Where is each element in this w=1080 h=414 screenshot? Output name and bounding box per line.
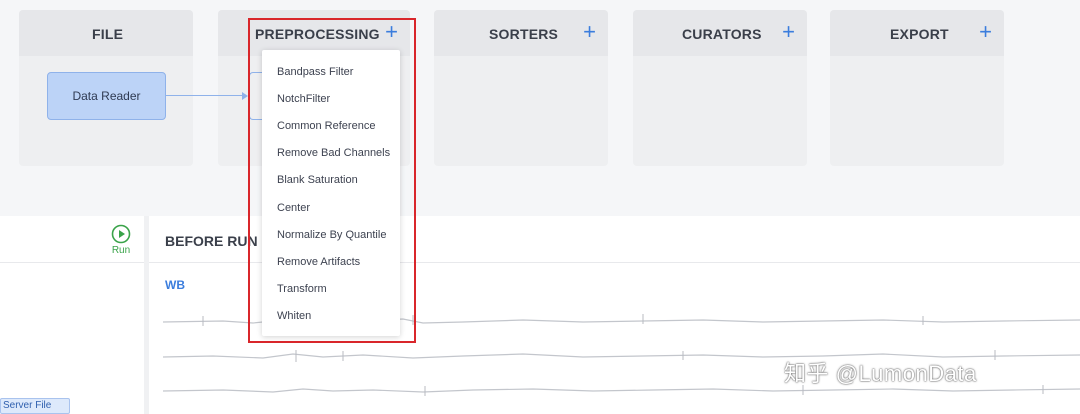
channel-group-label: WB xyxy=(165,278,185,292)
server-file-button[interactable]: Server File xyxy=(0,398,70,414)
stage-title-preprocessing: PREPROCESSING xyxy=(255,26,380,42)
menu-item-notch-filter[interactable]: NotchFilter xyxy=(262,85,400,112)
stage-header: EXPORT + xyxy=(830,10,1004,56)
stage-export: EXPORT + xyxy=(830,10,1004,166)
stage-title-sorters: SORTERS xyxy=(489,26,559,42)
preprocessing-dropdown-menu: Bandpass Filter NotchFilter Common Refer… xyxy=(262,50,400,336)
stage-title-export: EXPORT xyxy=(890,26,949,42)
trace-line xyxy=(163,388,1080,393)
watermark: 知乎 @LumonData xyxy=(758,356,977,388)
menu-item-remove-artifacts[interactable]: Remove Artifacts xyxy=(262,248,400,275)
watermark-text: 知乎 @LumonData xyxy=(784,361,977,386)
menu-item-remove-bad-channels[interactable]: Remove Bad Channels xyxy=(262,140,400,167)
stage-title-file: FILE xyxy=(92,26,124,42)
stage-curators: CURATORS + xyxy=(633,10,807,166)
left-panel-toolbar: Run xyxy=(0,216,144,263)
menu-item-normalize-by-quantile[interactable]: Normalize By Quantile xyxy=(262,221,400,248)
connector-arrow-icon xyxy=(242,92,248,100)
stage-header: SORTERS + xyxy=(434,10,608,56)
add-preprocessing-plus-icon[interactable]: + xyxy=(385,21,398,43)
menu-item-whiten[interactable]: Whiten xyxy=(262,303,400,330)
menu-item-center[interactable]: Center xyxy=(262,194,400,221)
run-label: Run xyxy=(111,245,131,256)
menu-item-common-reference[interactable]: Common Reference xyxy=(262,112,400,139)
stage-title-curators: CURATORS xyxy=(682,26,762,42)
data-reader-node[interactable]: Data Reader xyxy=(47,72,166,120)
node-connector-line xyxy=(166,95,244,96)
add-export-plus-icon[interactable]: + xyxy=(979,21,992,43)
add-sorter-plus-icon[interactable]: + xyxy=(583,21,596,43)
run-button[interactable]: Run xyxy=(108,224,134,256)
menu-item-transform[interactable]: Transform xyxy=(262,276,400,303)
stage-header: CURATORS + xyxy=(633,10,807,56)
menu-item-bandpass-filter[interactable]: Bandpass Filter xyxy=(262,58,400,85)
preprocessing-node-partial[interactable] xyxy=(249,72,263,120)
results-title: BEFORE RUN xyxy=(165,233,258,249)
left-panel: Run Server File xyxy=(0,216,144,414)
play-circle-icon xyxy=(111,224,131,244)
menu-item-blank-saturation[interactable]: Blank Saturation xyxy=(262,167,400,194)
add-curator-plus-icon[interactable]: + xyxy=(782,21,795,43)
stage-sorters: SORTERS + xyxy=(434,10,608,166)
stage-header: FILE xyxy=(19,10,193,56)
wechat-logo-icon xyxy=(759,363,779,381)
